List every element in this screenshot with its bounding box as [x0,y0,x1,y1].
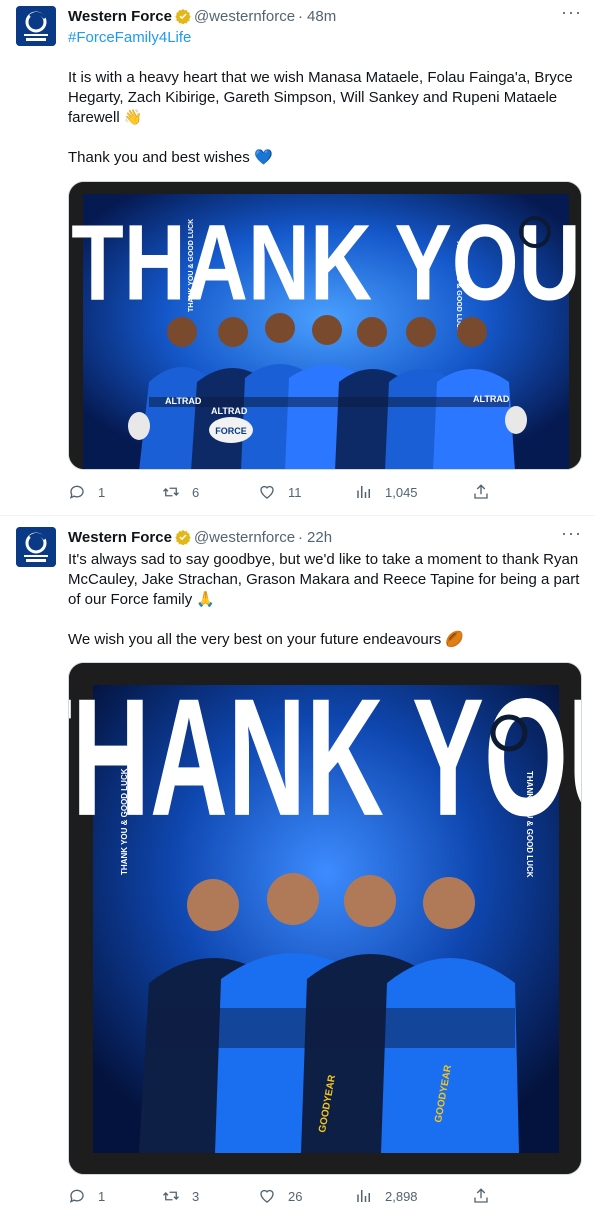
media-headline: THANK YOU [71,202,581,322]
retweet-button[interactable]: 3 [162,1187,199,1205]
ball-text: FORCE [215,426,247,436]
media-side-text: THANK YOU & GOOD LUCK [525,771,534,878]
reply-count: 1 [98,484,106,500]
retweet-count: 3 [192,1188,200,1204]
author-name[interactable]: Western Force [68,8,172,25]
like-count: 11 [288,484,302,500]
share-icon [474,1188,488,1203]
retweet-icon [163,487,179,497]
tweet-header: Western Force @westernforce · 22h [68,527,332,547]
tweet-paragraph: It is with a heavy heart that we wish Ma… [68,69,573,126]
tweet-paragraph: We wish you all the very best on your fu… [68,631,465,648]
tweet-header: Western Force @westernforce · 48m [68,6,336,26]
more-icon[interactable]: ··· [561,524,581,547]
kit-sponsor-text: ALTRAD [211,406,248,416]
tweet-text: #ForceFamily4Life It is with a heavy hea… [68,28,583,168]
kit-sponsor-text: ALTRAD [473,394,510,404]
retweet-icon [163,1191,179,1201]
kit-sponsor-text: ALTRAD [165,396,202,406]
like-count: 26 [288,1188,303,1204]
separator: · [298,7,304,25]
thank-you-graphic: THANK YOU THANK YOU & GOOD LUCK THANK YO… [69,182,581,469]
like-icon [260,1189,274,1203]
tweet-media-image[interactable]: THANK YOU THANK YOU & GOOD LUCK THANK YO… [68,181,582,470]
media-headline: THANK YOU [69,663,582,851]
views-icon [357,486,370,498]
media-side-text: THANK YOU & GOOD LUCK [120,768,129,875]
thank-you-graphic: THANK YOU THANK YOU & GOOD LUCK THANK YO… [69,663,582,1174]
view-count: 2,898 [385,1188,418,1204]
players-group: ALTRAD ALTRAD ALTRAD FORCE [128,313,527,469]
tweet-actions: 1 3 26 2,898 [68,1187,498,1207]
share-button[interactable] [472,483,490,501]
avatar[interactable] [16,527,56,567]
hashtag-link[interactable]: #ForceFamily4Life [68,28,583,48]
tweet-media-image[interactable]: THANK YOU THANK YOU & GOOD LUCK THANK YO… [68,662,582,1175]
like-button[interactable]: 11 [258,483,302,501]
views-button[interactable]: 2,898 [355,1187,418,1205]
reply-icon [69,1189,84,1203]
tweet[interactable]: Western Force @westernforce · 22h ··· It… [0,516,595,1207]
like-button[interactable]: 26 [258,1187,302,1205]
tweet[interactable]: Western Force @westernforce · 48m ··· #F… [0,0,595,515]
views-button[interactable]: 1,045 [355,483,418,501]
author-handle[interactable]: @westernforce [194,8,295,25]
media-side-text: THANK YOU & GOOD LUCK [188,219,195,312]
retweet-count: 6 [192,484,200,500]
view-count: 1,045 [385,484,418,500]
avatar[interactable] [16,6,56,46]
share-icon [474,484,488,499]
timestamp[interactable]: 48m [307,8,336,25]
tweet-paragraph: Thank you and best wishes 💙 [68,149,273,166]
author-handle[interactable]: @westernforce [194,529,295,546]
tweet-actions: 1 6 11 1,045 [68,483,498,503]
reply-icon [69,485,84,499]
media-side-text: THANK YOU & GOOD LUCK [455,240,462,333]
verified-badge-icon [175,9,191,24]
western-force-logo-icon [16,6,56,46]
reply-button[interactable]: 1 [68,1187,105,1205]
separator: · [298,528,304,546]
reply-button[interactable]: 1 [68,483,105,501]
reply-count: 1 [98,1188,106,1204]
author-name[interactable]: Western Force [68,529,172,546]
tweet-paragraph: It's always sad to say goodbye, but we'd… [68,551,580,608]
share-button[interactable] [472,1187,490,1205]
retweet-button[interactable]: 6 [162,483,199,501]
more-icon[interactable]: ··· [561,3,581,26]
verified-badge-icon [175,530,191,545]
like-icon [260,485,274,499]
western-force-logo-icon [16,527,56,567]
tweet-text: It's always sad to say goodbye, but we'd… [68,550,583,650]
timestamp[interactable]: 22h [307,529,332,546]
views-icon [357,1190,370,1202]
